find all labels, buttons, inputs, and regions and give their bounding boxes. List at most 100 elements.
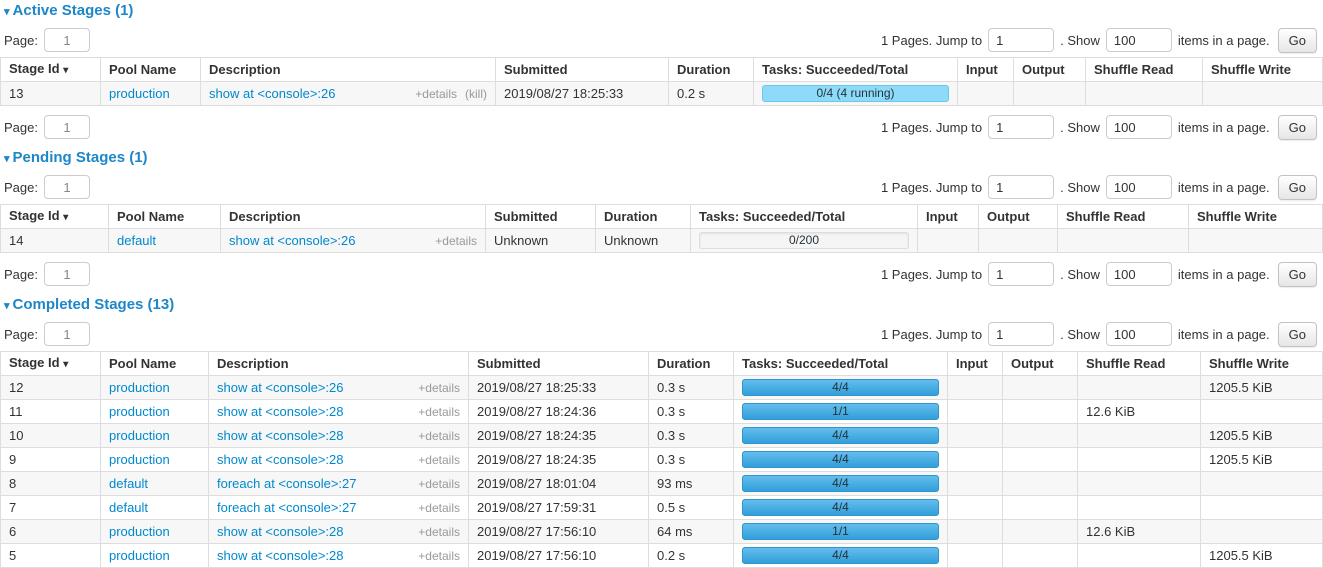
- jump-to-page-input[interactable]: [988, 115, 1054, 139]
- description-link[interactable]: show at <console>:28: [217, 404, 343, 419]
- go-button[interactable]: Go: [1278, 115, 1317, 140]
- column-header-pool-name[interactable]: Pool Name: [101, 58, 201, 82]
- column-header-tasks[interactable]: Tasks: Succeeded/Total: [734, 352, 948, 376]
- duration-cell: 93 ms: [649, 472, 734, 496]
- show-items-input[interactable]: [1106, 262, 1172, 286]
- details-toggle[interactable]: +details: [418, 453, 460, 468]
- column-header-stage-id[interactable]: Stage Id ▾: [1, 352, 101, 376]
- input-cell: [958, 82, 1014, 106]
- pool-name-link[interactable]: production: [109, 404, 170, 419]
- pool-name-link[interactable]: production: [109, 524, 170, 539]
- column-header-pool-name[interactable]: Pool Name: [101, 352, 209, 376]
- description-link[interactable]: show at <console>:28: [217, 524, 343, 539]
- jump-to-page-input[interactable]: [988, 322, 1054, 346]
- column-header-tasks[interactable]: Tasks: Succeeded/Total: [754, 58, 958, 82]
- details-toggle[interactable]: +details: [418, 405, 460, 420]
- column-header-stage-id[interactable]: Stage Id ▾: [1, 58, 101, 82]
- column-header-input[interactable]: Input: [958, 58, 1014, 82]
- go-button[interactable]: Go: [1278, 262, 1317, 287]
- column-header-input[interactable]: Input: [918, 205, 979, 229]
- column-header-pool-name[interactable]: Pool Name: [109, 205, 221, 229]
- kill-link[interactable]: (kill): [465, 87, 487, 102]
- column-header-duration[interactable]: Duration: [649, 352, 734, 376]
- column-header-stage-id[interactable]: Stage Id ▾: [1, 205, 109, 229]
- column-header-output[interactable]: Output: [1014, 58, 1086, 82]
- pool-name-link[interactable]: default: [109, 500, 148, 515]
- page-number-input[interactable]: [44, 175, 90, 199]
- column-header-shuffle-write[interactable]: Shuffle Write: [1203, 58, 1323, 82]
- duration-cell: 0.3 s: [649, 400, 734, 424]
- section-header-active-stages[interactable]: ▾Active Stages (1): [4, 2, 1323, 19]
- column-header-duration[interactable]: Duration: [596, 205, 691, 229]
- show-items-input[interactable]: [1106, 28, 1172, 52]
- column-header-submitted[interactable]: Submitted: [496, 58, 669, 82]
- show-items-input[interactable]: [1106, 115, 1172, 139]
- column-header-shuffle-write[interactable]: Shuffle Write: [1189, 205, 1323, 229]
- input-cell: [948, 520, 1003, 544]
- page-number-input[interactable]: [44, 115, 90, 139]
- go-button[interactable]: Go: [1278, 322, 1317, 347]
- active-stages-table: Stage Id ▾ Pool Name Description Submitt…: [0, 57, 1323, 106]
- page-number-input[interactable]: [44, 322, 90, 346]
- description-link[interactable]: show at <console>:26: [209, 86, 335, 101]
- column-header-output[interactable]: Output: [979, 205, 1058, 229]
- shuffle-read-cell: [1058, 229, 1189, 253]
- pagination-bar: Page: 1 Pages. Jump to . Show items in a…: [0, 321, 1323, 347]
- column-header-shuffle-write[interactable]: Shuffle Write: [1201, 352, 1323, 376]
- details-toggle[interactable]: +details: [418, 429, 460, 444]
- jump-to-page-input[interactable]: [988, 175, 1054, 199]
- pool-name-link[interactable]: default: [117, 233, 156, 248]
- go-button[interactable]: Go: [1278, 175, 1317, 200]
- submitted-cell: 2019/08/27 17:56:10: [469, 544, 649, 568]
- details-toggle[interactable]: +details: [418, 501, 460, 516]
- pool-name-link[interactable]: default: [109, 476, 148, 491]
- pool-name-link[interactable]: production: [109, 428, 170, 443]
- go-button[interactable]: Go: [1278, 28, 1317, 53]
- show-items-input[interactable]: [1106, 175, 1172, 199]
- pool-name-link[interactable]: production: [109, 548, 170, 563]
- tasks-progress-bar: 1/1: [742, 523, 939, 540]
- column-header-output[interactable]: Output: [1003, 352, 1078, 376]
- column-header-duration[interactable]: Duration: [669, 58, 754, 82]
- page-label: Page:: [4, 267, 38, 282]
- table-row: 7 default foreach at <console>:27 +detai…: [1, 496, 1323, 520]
- page-number-input[interactable]: [44, 262, 90, 286]
- description-link[interactable]: show at <console>:26: [217, 380, 343, 395]
- column-header-submitted[interactable]: Submitted: [469, 352, 649, 376]
- details-toggle[interactable]: +details: [418, 525, 460, 540]
- column-header-input[interactable]: Input: [948, 352, 1003, 376]
- pool-name-link[interactable]: production: [109, 452, 170, 467]
- pool-name-link[interactable]: production: [109, 380, 170, 395]
- shuffle-write-cell: [1201, 472, 1323, 496]
- section-header-pending-stages[interactable]: ▾Pending Stages (1): [4, 149, 1323, 166]
- description-link[interactable]: show at <console>:26: [229, 233, 355, 248]
- column-header-shuffle-read[interactable]: Shuffle Read: [1078, 352, 1201, 376]
- description-link[interactable]: foreach at <console>:27: [217, 500, 357, 515]
- details-toggle[interactable]: +details: [435, 234, 477, 249]
- output-cell: [1003, 448, 1078, 472]
- column-header-description[interactable]: Description: [209, 352, 469, 376]
- page-number-input[interactable]: [44, 28, 90, 52]
- tasks-progress-cell: 4/4: [734, 376, 948, 400]
- description-link[interactable]: show at <console>:28: [217, 428, 343, 443]
- column-header-tasks[interactable]: Tasks: Succeeded/Total: [691, 205, 918, 229]
- description-link[interactable]: show at <console>:28: [217, 452, 343, 467]
- section-header-completed-stages[interactable]: ▾Completed Stages (13): [4, 296, 1323, 313]
- pending-stages-title: Pending Stages (1): [13, 149, 148, 166]
- details-toggle[interactable]: +details: [418, 477, 460, 492]
- column-header-shuffle-read[interactable]: Shuffle Read: [1086, 58, 1203, 82]
- details-toggle[interactable]: +details: [418, 549, 460, 564]
- column-header-submitted[interactable]: Submitted: [486, 205, 596, 229]
- jump-to-page-input[interactable]: [988, 262, 1054, 286]
- show-items-input[interactable]: [1106, 322, 1172, 346]
- details-toggle[interactable]: +details: [418, 381, 460, 396]
- details-toggle[interactable]: +details: [415, 87, 457, 102]
- description-link[interactable]: foreach at <console>:27: [217, 476, 357, 491]
- column-header-description[interactable]: Description: [221, 205, 486, 229]
- column-header-shuffle-read[interactable]: Shuffle Read: [1058, 205, 1189, 229]
- pool-name-link[interactable]: production: [109, 86, 170, 101]
- input-cell: [948, 544, 1003, 568]
- jump-to-page-input[interactable]: [988, 28, 1054, 52]
- pool-name-cell: default: [109, 229, 221, 253]
- column-header-description[interactable]: Description: [201, 58, 496, 82]
